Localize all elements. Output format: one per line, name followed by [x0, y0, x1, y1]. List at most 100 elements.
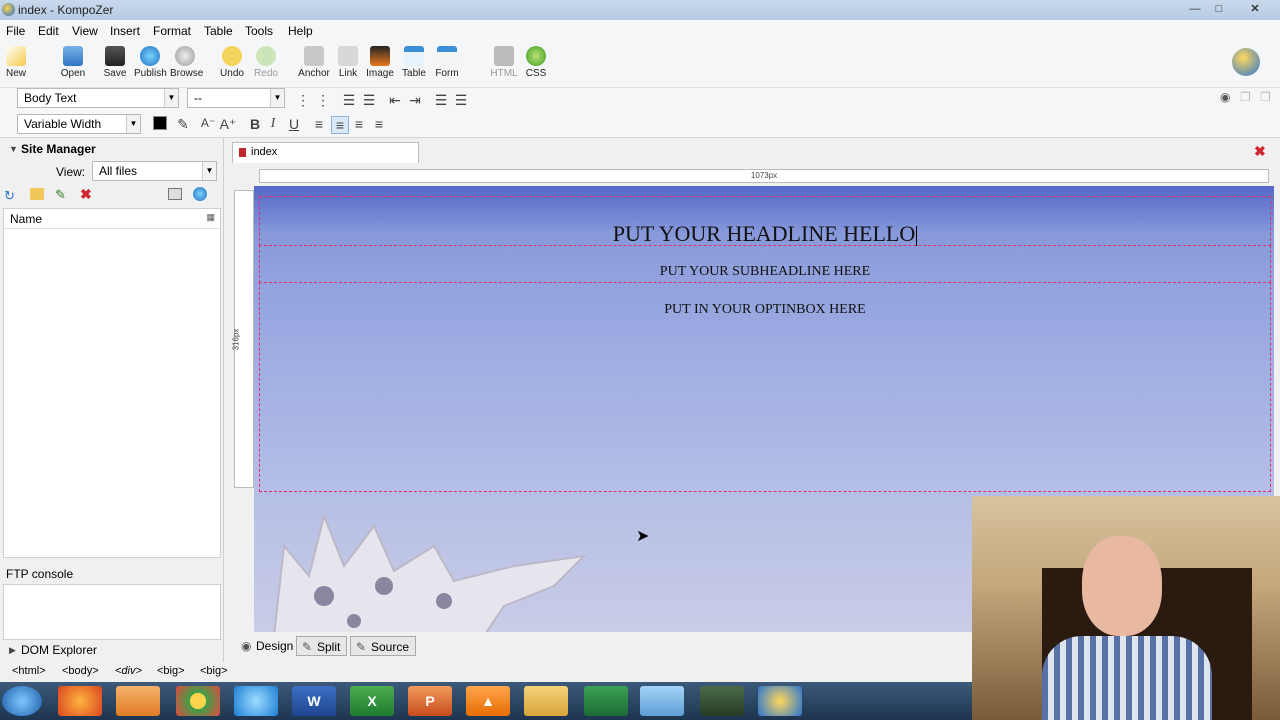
larger-font-icon[interactable]: A⁺ — [219, 116, 237, 133]
open-button[interactable]: Open — [58, 46, 88, 79]
chevron-down-icon: ▼ — [126, 115, 140, 133]
anchor-button[interactable]: Anchor — [298, 46, 330, 79]
bullet-list-icon[interactable]: ⋮ — [314, 92, 332, 109]
numbered-list-icon[interactable]: ⋮ — [294, 92, 312, 109]
browse-button[interactable]: Browse — [170, 46, 203, 79]
subheadline-text[interactable]: PUT YOUR SUBHEADLINE HERE — [660, 264, 870, 279]
view-label: View: — [56, 165, 86, 179]
collapse-icon[interactable]: ▼ — [9, 144, 18, 154]
close-button[interactable]: ✕ — [1244, 2, 1266, 16]
menu-view[interactable]: View — [72, 24, 98, 38]
table-button[interactable]: Table — [400, 46, 428, 79]
headline-block[interactable]: PUT YOUR HEADLINE HELLO — [259, 196, 1271, 246]
unordered-list-icon[interactable]: ☰ — [360, 92, 378, 109]
align-right-list-icon[interactable]: ☰ — [452, 92, 470, 109]
html-button[interactable]: HTML — [490, 46, 518, 79]
underline-icon[interactable]: U — [285, 116, 303, 132]
menu-insert[interactable]: Insert — [110, 24, 140, 38]
start-icon[interactable] — [2, 686, 42, 716]
chevron-down-icon: ▼ — [164, 89, 178, 107]
tab-index[interactable]: index — [232, 142, 419, 163]
ie-icon[interactable] — [234, 686, 278, 716]
powerpoint-icon[interactable]: P — [408, 686, 452, 716]
tab-source[interactable]: ✎ Source — [350, 636, 417, 656]
class-select[interactable]: -- ▼ — [187, 88, 285, 108]
subheadline-block[interactable]: PUT YOUR SUBHEADLINE HERE — [259, 245, 1271, 283]
table-icon — [404, 46, 424, 66]
notepad-icon[interactable] — [640, 686, 684, 716]
ordered-list-icon[interactable]: ☰ — [340, 92, 358, 109]
tag-body[interactable]: <body> — [62, 665, 99, 677]
file-list[interactable]: Name ▦ — [3, 208, 221, 558]
align-center-icon[interactable]: ≡ — [331, 116, 349, 134]
spellcheck-icon[interactable]: ◉ — [1220, 90, 1230, 104]
undo-button[interactable]: Undo — [218, 46, 246, 79]
menu-format[interactable]: Format — [153, 24, 191, 38]
firefox-icon[interactable] — [58, 686, 102, 716]
justify-icon[interactable]: ≡ — [370, 116, 388, 132]
maximize-button[interactable]: □ — [1208, 2, 1230, 16]
save-icon — [105, 46, 125, 66]
paragraph-style-select[interactable]: Body Text ▼ — [17, 88, 179, 108]
new-folder-icon[interactable] — [30, 188, 44, 200]
vlc-icon[interactable]: ▲ — [466, 686, 510, 716]
word-icon[interactable]: W — [292, 686, 336, 716]
text-color-swatch[interactable] — [153, 116, 167, 130]
new-button[interactable]: New — [4, 46, 28, 79]
excel-icon[interactable]: X — [350, 686, 394, 716]
form-button[interactable]: Form — [434, 46, 460, 79]
menu-help[interactable]: Help — [288, 24, 313, 38]
tag-big[interactable]: <big> — [157, 665, 185, 677]
tag-div[interactable]: <div> — [115, 665, 142, 677]
name-column-header[interactable]: Name — [10, 212, 42, 226]
menu-edit[interactable]: Edit — [38, 24, 59, 38]
optinbox-block[interactable]: PUT IN YOUR OPTINBOX HERE — [259, 282, 1271, 492]
menu-tools[interactable]: Tools — [245, 24, 273, 38]
tab-split[interactable]: ✎ Split — [296, 636, 348, 656]
view-select[interactable]: All files ▼ — [92, 161, 217, 181]
close-tab-icon[interactable]: ✖ — [1254, 143, 1266, 160]
save-button[interactable]: Save — [102, 46, 128, 79]
optinbox-text[interactable]: PUT IN YOUR OPTINBOX HERE — [664, 302, 865, 317]
column-picker-icon[interactable]: ▦ — [206, 212, 215, 223]
outdent-icon[interactable]: ⇤ — [386, 92, 404, 109]
edit-icon[interactable]: ✎ — [55, 187, 66, 203]
tag-big[interactable]: <big> — [200, 665, 228, 677]
indent-icon[interactable]: ⇥ — [406, 92, 424, 109]
italic-icon[interactable]: I — [264, 116, 282, 132]
media-icon[interactable] — [116, 686, 160, 716]
menu-file[interactable]: File — [6, 24, 25, 38]
expand-icon[interactable]: ▶ — [9, 645, 16, 656]
tag-html[interactable]: <html> — [12, 665, 46, 677]
highlight-icon[interactable]: ✎ — [174, 116, 192, 133]
align-right-icon[interactable]: ≡ — [350, 116, 368, 132]
css-button[interactable]: CSS — [524, 46, 548, 79]
refresh-icon[interactable]: ↻ — [4, 188, 18, 203]
paste-icon[interactable]: ❐ — [1260, 90, 1271, 104]
smaller-font-icon[interactable]: A⁻ — [199, 116, 217, 130]
headline-text[interactable]: PUT YOUR HEADLINE HELLO — [613, 221, 915, 246]
minimize-button[interactable]: — — [1184, 2, 1206, 16]
dom-explorer-title[interactable]: DOM Explorer — [21, 643, 97, 657]
globe-icon[interactable] — [193, 187, 207, 201]
tab-design[interactable]: ◉ Design — [236, 636, 299, 656]
app-icon[interactable] — [584, 686, 628, 716]
redo-button[interactable]: Redo — [252, 46, 280, 79]
font-select[interactable]: Variable Width ▼ — [17, 114, 141, 134]
sites-icon[interactable] — [168, 188, 182, 200]
camtasia-icon[interactable] — [700, 686, 744, 716]
publish-button[interactable]: Publish — [134, 46, 167, 79]
menu-table[interactable]: Table — [204, 24, 233, 38]
bold-icon[interactable]: B — [246, 116, 264, 132]
chrome-icon[interactable] — [176, 686, 220, 716]
align-left-list-icon[interactable]: ☰ — [432, 92, 450, 109]
image-button[interactable]: Image — [366, 46, 394, 79]
delete-icon[interactable]: ✖ — [80, 186, 92, 203]
copy-icon[interactable]: ❐ — [1240, 90, 1251, 104]
align-left-icon[interactable]: ≡ — [310, 116, 328, 132]
html-icon — [494, 46, 514, 66]
ftp-console-title[interactable]: FTP console — [6, 567, 73, 581]
kompozer-icon[interactable] — [758, 686, 802, 716]
link-button[interactable]: Link — [336, 46, 360, 79]
folder-icon[interactable] — [524, 686, 568, 716]
